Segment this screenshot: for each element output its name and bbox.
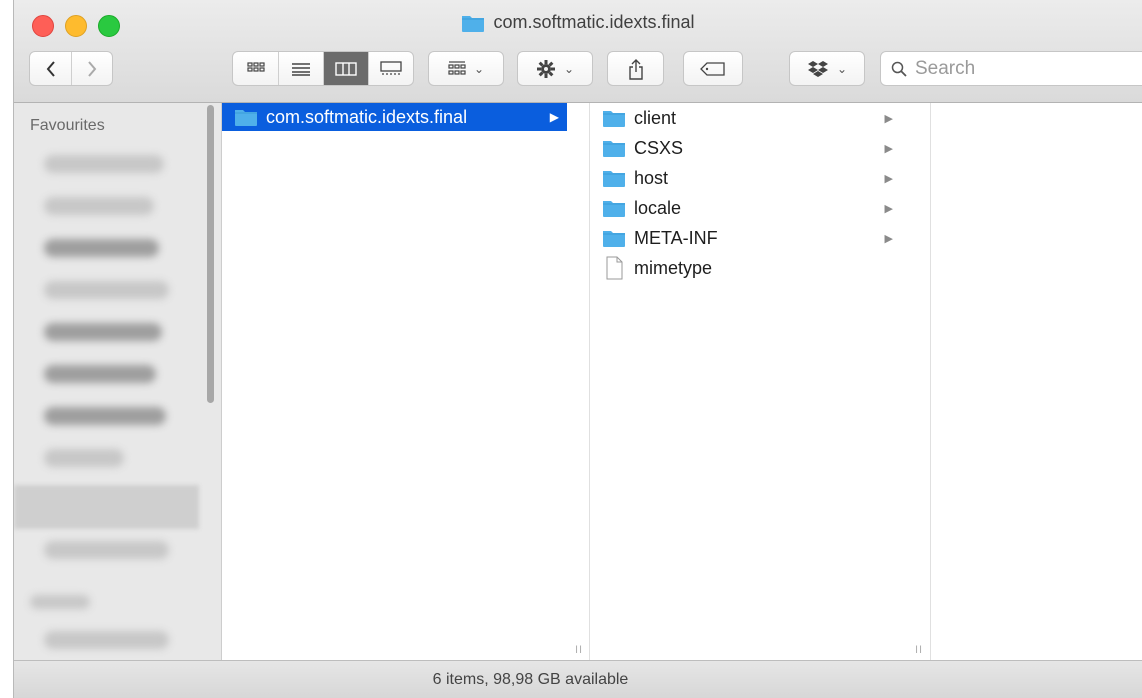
action-button[interactable]: ⌄ <box>517 51 593 86</box>
sidebar-heading-favourites: Favourites <box>30 117 105 134</box>
action-control[interactable]: ⌄ <box>518 52 592 85</box>
folder-icon <box>235 110 257 126</box>
item-name: META-INF <box>634 227 718 248</box>
sidebar-item-redacted[interactable] <box>44 365 156 383</box>
gear-icon <box>536 59 555 78</box>
column-1: com.softmatic.idexts.final ▶ II <box>222 103 590 660</box>
sidebar-section-redacted <box>30 595 90 609</box>
sidebar-item-redacted[interactable] <box>44 197 154 215</box>
folder-icon <box>603 201 625 217</box>
sidebar-item-redacted[interactable] <box>44 631 169 649</box>
chevron-down-icon: ⌄ <box>473 61 485 76</box>
folder-row[interactable]: CSXS ▶ <box>590 133 903 163</box>
disclosure-arrow-icon: ▶ <box>884 232 893 245</box>
file-row[interactable]: mimetype <box>590 253 903 283</box>
file-icon <box>606 256 623 280</box>
view-mode-group <box>232 51 414 86</box>
status-text: 6 items, 98,98 GB available <box>432 670 629 688</box>
item-name: CSXS <box>634 137 684 158</box>
back-forward-group <box>29 51 113 86</box>
sidebar-item-redacted[interactable] <box>44 239 159 257</box>
list-view-button[interactable] <box>278 52 323 85</box>
item-name: mimetype <box>634 257 713 278</box>
folder-icon <box>603 231 625 247</box>
sidebar-item-redacted[interactable] <box>44 323 162 341</box>
tag-icon <box>700 61 725 76</box>
forward-chevron-icon <box>88 60 97 77</box>
gallery-view-button[interactable] <box>368 52 413 85</box>
item-name: com.softmatic.idexts.final <box>266 106 468 127</box>
dropbox-control[interactable]: ⌄ <box>790 52 864 85</box>
folder-row[interactable]: com.softmatic.idexts.final ▶ <box>222 103 567 131</box>
search-input[interactable] <box>913 56 1117 81</box>
tag-control[interactable] <box>684 52 742 85</box>
chevron-down-icon: ⌄ <box>836 61 848 76</box>
folder-row[interactable]: locale ▶ <box>590 193 903 223</box>
tag-button[interactable] <box>683 51 743 86</box>
group-by-button[interactable]: ⌄ <box>428 51 504 86</box>
share-button[interactable] <box>607 51 664 86</box>
folder-icon <box>603 141 625 157</box>
column-resize-handle[interactable]: II <box>575 644 583 656</box>
dropbox-button[interactable]: ⌄ <box>789 51 865 86</box>
disclosure-arrow-icon: ▶ <box>884 142 893 155</box>
sidebar-item-redacted[interactable] <box>44 407 166 425</box>
finder-window: com.softmatic.idexts.final ⌄ ⌄ ⌄ Search … <box>13 0 1142 698</box>
folder-row[interactable]: host ▶ <box>590 163 903 193</box>
folder-icon <box>603 111 625 127</box>
column-2-list: client ▶ CSXS ▶ host ▶ locale ▶ META-INF ▶ mimetyp… <box>590 103 903 283</box>
folder-icon <box>462 15 485 32</box>
forward-button[interactable] <box>71 52 112 85</box>
icon-view-icon <box>246 61 265 72</box>
group-by-control[interactable]: ⌄ <box>429 52 503 85</box>
folder-row[interactable]: client ▶ <box>590 103 903 133</box>
disclosure-arrow-icon: ▶ <box>884 202 893 215</box>
titlebar: com.softmatic.idexts.final ⌄ ⌄ ⌄ Search <box>14 0 1142 103</box>
share-icon <box>628 58 643 80</box>
column-3 <box>931 103 1142 660</box>
item-name: client <box>634 107 677 128</box>
sidebar-item-redacted[interactable] <box>44 449 124 467</box>
folder-row[interactable]: META-INF ▶ <box>590 223 903 253</box>
gallery-view-icon <box>380 60 402 75</box>
disclosure-arrow-icon: ▶ <box>549 110 559 124</box>
sidebar-item-redacted[interactable] <box>44 281 169 299</box>
list-view-icon <box>292 62 310 76</box>
item-name: locale <box>634 197 682 218</box>
chevron-down-icon: ⌄ <box>563 61 575 76</box>
column-2: client ▶ CSXS ▶ host ▶ locale ▶ META-INF ▶ mimetyp… <box>590 103 931 660</box>
back-chevron-icon <box>46 60 55 77</box>
item-name: host <box>634 167 669 188</box>
search-field[interactable] <box>880 51 1142 86</box>
sidebar-item-selected-redacted[interactable] <box>14 485 199 529</box>
group-icon <box>448 60 466 75</box>
sidebar: Favourites <box>14 103 222 660</box>
icon-view-button[interactable] <box>233 52 278 85</box>
sidebar-scrollbar-thumb[interactable] <box>207 105 214 403</box>
column-view-button[interactable] <box>323 52 368 85</box>
disclosure-arrow-icon: ▶ <box>884 172 893 185</box>
folder-icon <box>603 171 625 187</box>
column-resize-handle[interactable]: II <box>915 644 923 656</box>
column-1-list: com.softmatic.idexts.final ▶ <box>222 103 567 131</box>
status-bar: 6 items, 98,98 GB available <box>14 660 1142 698</box>
back-button[interactable] <box>30 52 71 85</box>
sidebar-item-redacted[interactable] <box>44 155 164 173</box>
sidebar-item-redacted[interactable] <box>44 541 169 559</box>
sidebar-scrollbar[interactable] <box>204 103 216 403</box>
dropbox-icon <box>807 60 828 77</box>
window-title: com.softmatic.idexts.final <box>493 12 695 32</box>
column-view-icon <box>335 61 357 76</box>
disclosure-arrow-icon: ▶ <box>884 112 893 125</box>
share-control[interactable] <box>608 52 663 85</box>
window-title-area: com.softmatic.idexts.final <box>14 12 1142 33</box>
search-icon <box>891 61 907 77</box>
